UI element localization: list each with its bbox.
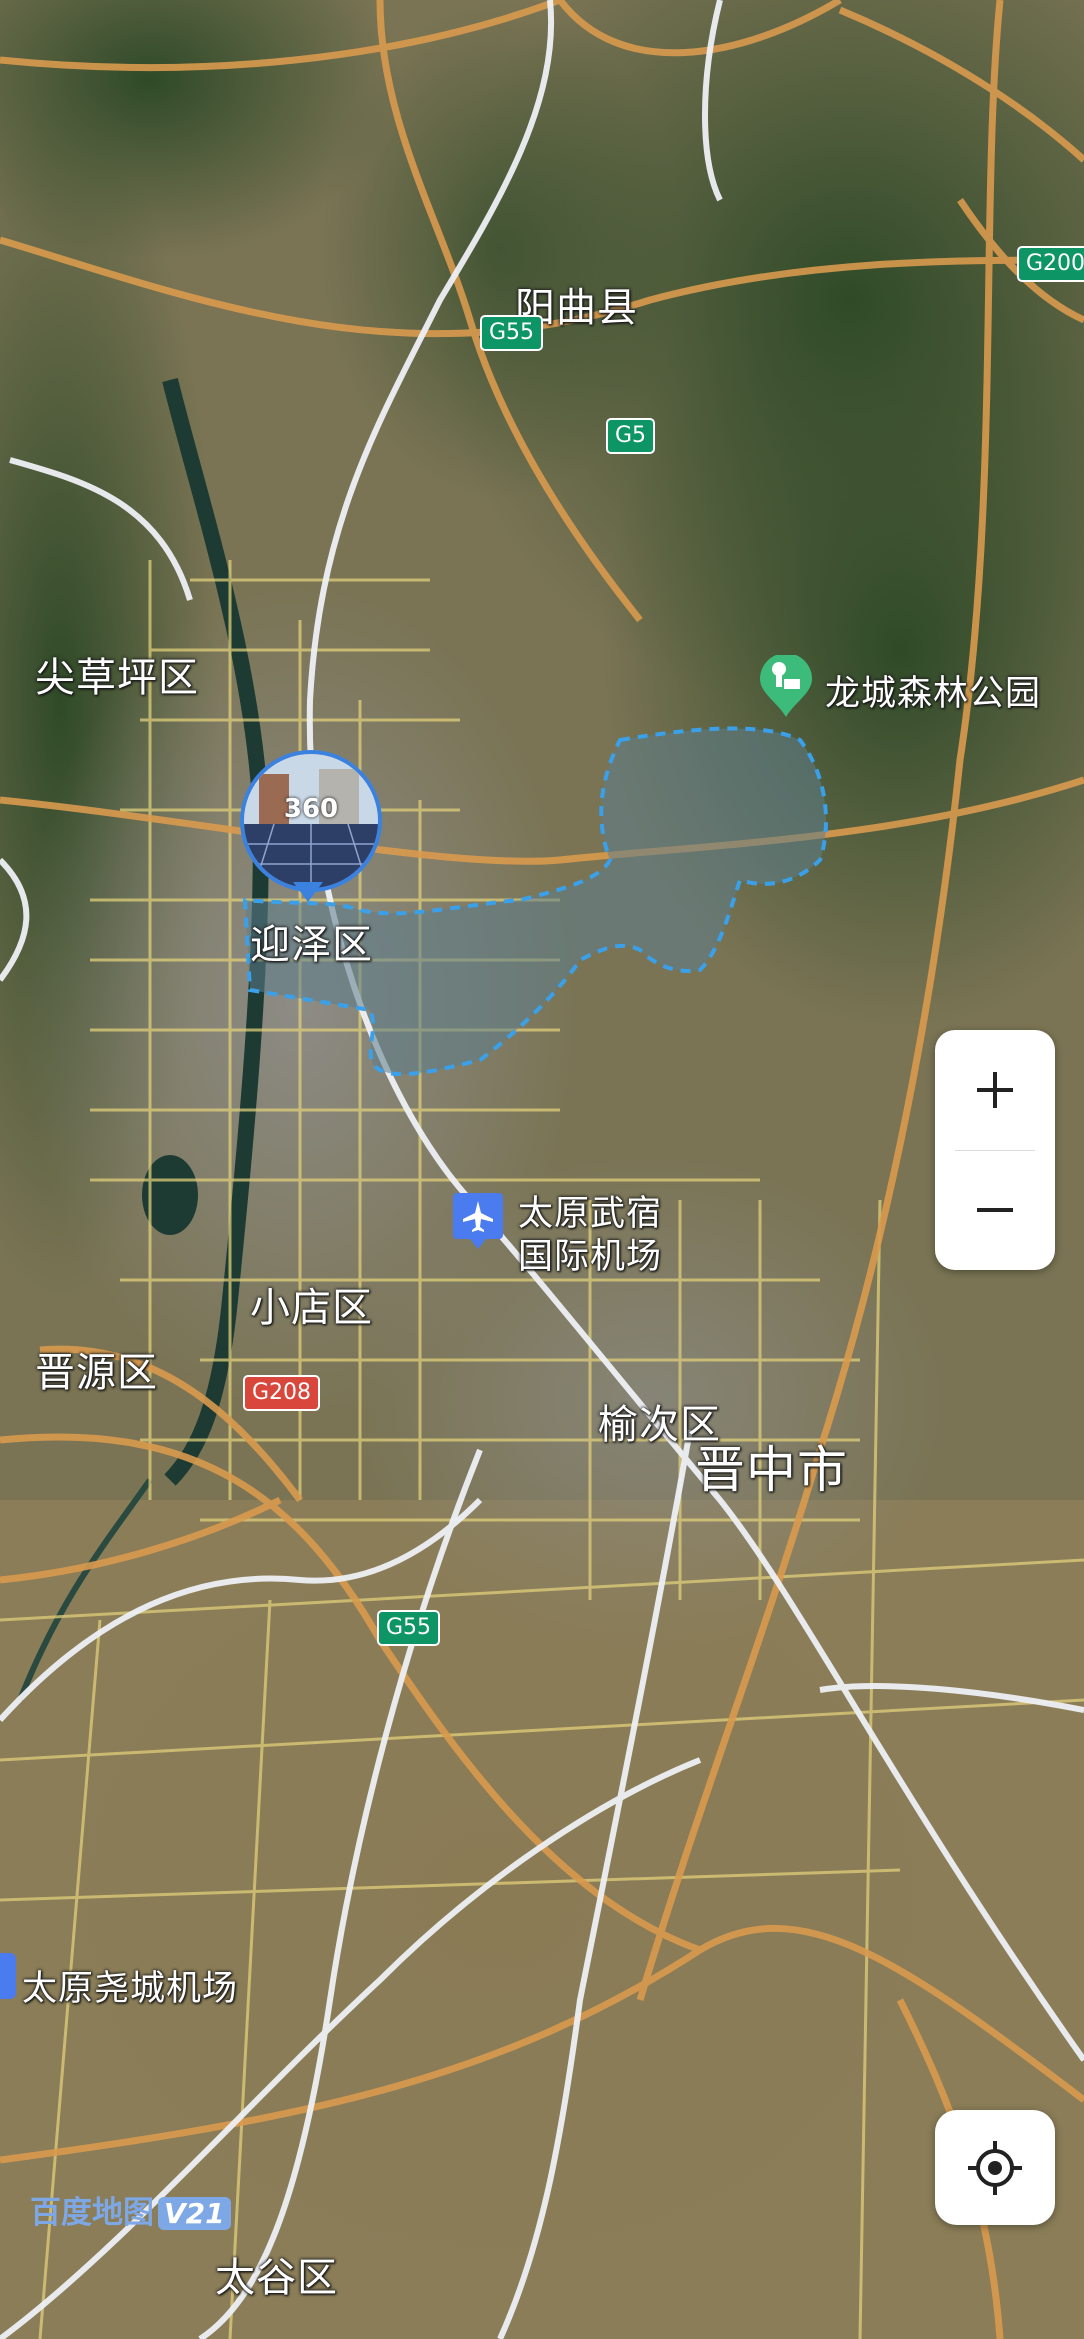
label-xiaodian: 小店区 (250, 1285, 373, 1331)
minus-icon (977, 1208, 1013, 1212)
brand-version: V21 (158, 2197, 231, 2230)
zoom-control (935, 1030, 1055, 1270)
road-shield-g2003: G2003 (1017, 246, 1084, 282)
panorama-thumbnail: 360 (240, 750, 382, 892)
label-yingze: 迎泽区 (250, 922, 373, 968)
plus-icon (977, 1072, 1013, 1108)
zoom-out-button[interactable] (935, 1150, 1055, 1270)
label-jinyuan: 晋源区 (35, 1350, 158, 1396)
airport-pin-icon[interactable] (453, 1193, 503, 1251)
locate-icon (968, 2140, 1022, 2195)
label-jiancaoping: 尖草坪区 (35, 655, 199, 701)
road-shield-g208: G208 (243, 1375, 321, 1411)
poi-airport-line2[interactable]: 国际机场 (518, 1228, 662, 1279)
brand-name: 百度地图 (30, 2195, 154, 2231)
pin-tail (293, 882, 323, 902)
panorama-label: 360 (283, 794, 339, 824)
airport-marker-icon[interactable] (0, 1953, 16, 1999)
zoom-in-button[interactable] (935, 1030, 1055, 1150)
poi-yaocheng-airport[interactable]: 太原尧城机场 (22, 1960, 238, 2011)
road-shield-g55-north: G55 (480, 315, 544, 351)
park-pin-icon[interactable] (758, 655, 814, 719)
baidu-map-logo: 百度地图 V21 (30, 2187, 231, 2232)
poi-forest-park[interactable]: 龙城森林公园 (825, 665, 1041, 716)
road-shield-g5: G5 (606, 418, 656, 454)
road-shield-g55-south: G55 (377, 1610, 441, 1646)
label-taigu: 太谷区 (215, 2255, 338, 2301)
label-jinzhong: 晋中市 (695, 1441, 848, 1499)
panorama-360-marker[interactable]: 360 (240, 750, 382, 910)
locate-button[interactable] (935, 2110, 1055, 2225)
